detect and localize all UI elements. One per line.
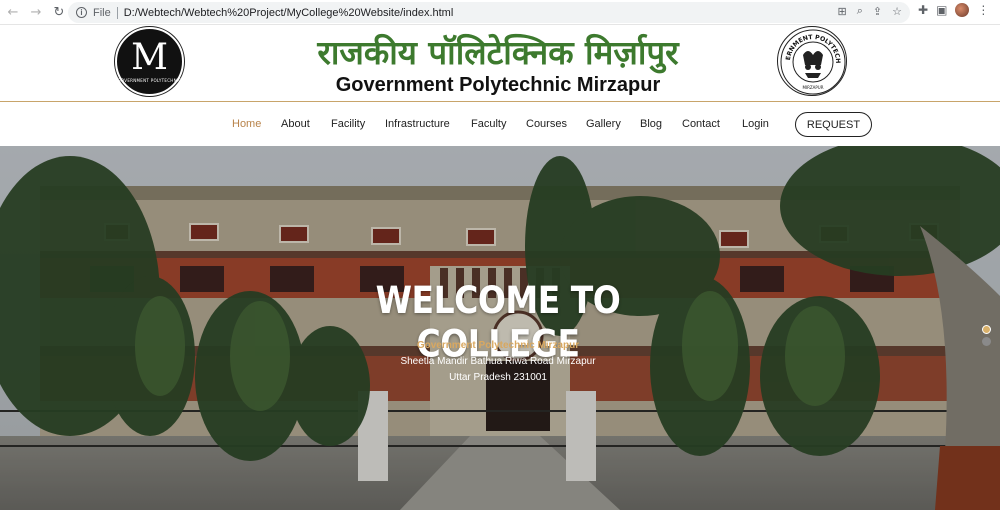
menu-kebab-icon[interactable]: ⋮ xyxy=(977,3,989,17)
english-title: Government Polytechnic Mirzapur xyxy=(335,74,661,96)
url-separator xyxy=(116,6,118,19)
info-icon[interactable]: i xyxy=(76,7,87,18)
translate-icon[interactable]: ⊞ xyxy=(838,5,847,18)
url-text[interactable]: D:/Webtech/Webtech%20Project/MyCollege%2… xyxy=(124,7,454,19)
reload-icon[interactable]: ↻ xyxy=(49,2,69,22)
logo-letter: M xyxy=(131,37,168,78)
nav-faculty[interactable]: Faculty xyxy=(471,118,506,130)
emblem-bottom-text: MIRZAPUR xyxy=(802,85,823,90)
site-header: M GOVERNMENT POLYTECHNIC राजकीय पॉलिटेक्… xyxy=(0,22,1000,102)
nav-about[interactable]: About xyxy=(281,118,310,130)
hero-address-line2: Uttar Pradesh 231001 xyxy=(449,372,547,383)
nav-infrastructure[interactable]: Infrastructure xyxy=(385,118,450,130)
nav-contact[interactable]: Contact xyxy=(682,118,720,130)
college-logo-left[interactable]: M GOVERNMENT POLYTECHNIC xyxy=(115,27,184,96)
nav-gallery[interactable]: Gallery xyxy=(586,118,621,130)
url-scheme: File xyxy=(93,6,111,19)
address-bar[interactable]: i File D:/Webtech/Webtech%20Project/MyCo… xyxy=(68,2,910,23)
nav-blog[interactable]: Blog xyxy=(640,118,662,130)
logo-caption: GOVERNMENT POLYTECHNIC xyxy=(117,78,182,83)
extensions-icon[interactable]: ✚ xyxy=(918,3,928,17)
profile-avatar[interactable] xyxy=(955,3,970,17)
request-button[interactable]: REQUEST xyxy=(795,112,872,137)
zoom-icon[interactable]: ⌕ xyxy=(857,5,863,18)
main-navbar: Home About Facility Infrastructure Facul… xyxy=(0,103,1000,146)
nav-home[interactable]: Home xyxy=(232,118,261,130)
emblem-logo-right: GOVERNMENT POLYTECHNIC MIRZAPUR xyxy=(775,22,847,96)
nav-facility[interactable]: Facility xyxy=(331,118,365,130)
nav-courses[interactable]: Courses xyxy=(526,118,567,130)
back-icon[interactable]: ← xyxy=(3,2,23,22)
forward-icon[interactable]: → xyxy=(26,2,46,22)
slider-dot-2[interactable] xyxy=(982,337,991,346)
nav-login[interactable]: Login xyxy=(742,118,769,130)
hero-subtitle: Government Polytechnic Mirzapur xyxy=(416,340,580,351)
slider-dot-1[interactable] xyxy=(982,325,991,334)
bookmark-star-icon[interactable]: ☆ xyxy=(892,5,902,18)
hindi-title: राजकीय पॉलिटेक्निक मिर्ज़ापुर xyxy=(317,33,679,72)
hero-title: WELCOME TO COLLEGE xyxy=(375,278,621,366)
share-icon[interactable]: ⇪ xyxy=(873,5,882,18)
hero-slider: WELCOME TO COLLEGE Government Polytechni… xyxy=(0,146,1000,510)
browser-toolbar: ← → ↻ i File D:/Webtech/Webtech%20Projec… xyxy=(0,0,1000,25)
sidepanel-icon[interactable]: ▣ xyxy=(936,3,947,17)
hero-address-line1: Sheetla Mandir Bathua Riwa Road Mirzapur xyxy=(400,356,596,367)
